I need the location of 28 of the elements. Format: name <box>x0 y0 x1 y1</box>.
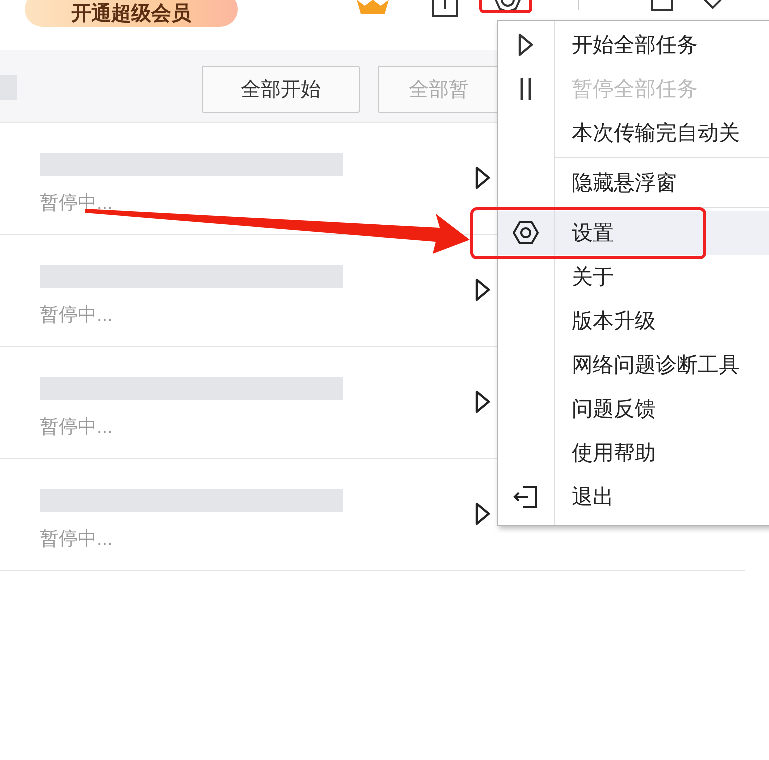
menu-item[interactable]: 开始全部任务 <box>572 31 698 59</box>
play-icon[interactable] <box>475 278 491 302</box>
maximize-icon[interactable] <box>651 0 673 12</box>
menu-item[interactable]: 关于 <box>572 263 614 291</box>
play-icon[interactable] <box>475 166 491 190</box>
exit-icon <box>513 485 539 509</box>
task-status: 暂停中... <box>40 528 114 552</box>
task-status: 暂停中... <box>40 416 114 440</box>
menu-item[interactable]: 设置 <box>572 219 614 247</box>
task-status: 暂停中... <box>40 192 114 216</box>
upload-icon[interactable] <box>431 0 459 18</box>
menu-item[interactable]: 网络问题诊断工具 <box>572 351 740 379</box>
settings-icon <box>513 221 539 245</box>
menu-item[interactable]: 使用帮助 <box>572 439 656 467</box>
pause-icon <box>519 77 533 101</box>
menu-item[interactable]: 退出 <box>572 483 614 511</box>
menu-item[interactable]: 版本升级 <box>572 307 656 335</box>
play-icon[interactable] <box>475 502 491 526</box>
menu-item[interactable]: 问题反馈 <box>572 395 656 423</box>
play-icon <box>518 33 534 57</box>
play-icon[interactable] <box>475 390 491 414</box>
toolbar-button[interactable]: 全部开始 <box>202 66 360 113</box>
close-icon[interactable] <box>703 0 723 12</box>
task-status: 暂停中... <box>40 304 114 328</box>
menu-item[interactable]: 隐藏悬浮窗 <box>572 169 677 197</box>
menu-item[interactable]: 本次传输完自动关 <box>572 119 740 147</box>
vip-button[interactable]: 开通超级会员 <box>25 0 238 27</box>
highlight-box <box>480 0 532 14</box>
